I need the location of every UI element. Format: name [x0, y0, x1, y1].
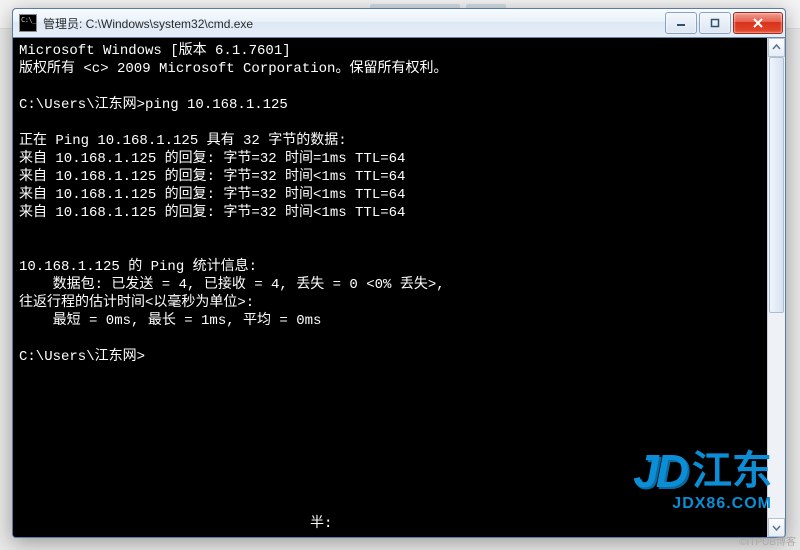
credit-text: ©ITPUB博客	[739, 538, 796, 548]
chevron-up-icon	[772, 43, 781, 52]
titlebar[interactable]: 管理员: C:\Windows\system32\cmd.exe	[13, 9, 785, 38]
terminal-line	[19, 240, 761, 258]
scroll-down-button[interactable]	[768, 518, 785, 537]
terminal-line: 来自 10.168.1.125 的回复: 字节=32 时间<1ms TTL=64	[19, 168, 761, 186]
terminal-line: C:\Users\江东网>ping 10.168.1.125	[19, 96, 761, 114]
chevron-down-icon	[772, 523, 781, 532]
minimize-icon	[676, 18, 686, 28]
client-area: Microsoft Windows [版本 6.1.7601]版权所有 <c> …	[13, 38, 785, 537]
window-controls	[663, 12, 783, 34]
close-button[interactable]	[733, 12, 783, 34]
terminal-output[interactable]: Microsoft Windows [版本 6.1.7601]版权所有 <c> …	[13, 38, 767, 537]
terminal-line: 来自 10.168.1.125 的回复: 字节=32 时间<1ms TTL=64	[19, 204, 761, 222]
terminal-line: 数据包: 已发送 = 4, 已接收 = 4, 丢失 = 0 <0% 丢失>,	[19, 276, 761, 294]
terminal-line	[19, 78, 761, 96]
terminal-line	[19, 330, 761, 348]
scroll-up-button[interactable]	[768, 38, 785, 57]
terminal-line: 正在 Ping 10.168.1.125 具有 32 字节的数据:	[19, 132, 761, 150]
cmd-icon	[19, 14, 37, 32]
scroll-thumb[interactable]	[769, 57, 784, 313]
terminal-line	[19, 114, 761, 132]
minimize-button[interactable]	[665, 12, 697, 34]
terminal-line: 来自 10.168.1.125 的回复: 字节=32 时间<1ms TTL=64	[19, 186, 761, 204]
terminal-line: C:\Users\江东网>	[19, 348, 761, 366]
terminal-line: Microsoft Windows [版本 6.1.7601]	[19, 42, 761, 60]
cmd-window: 管理员: C:\Windows\system32\cmd.exe Microso…	[12, 8, 786, 538]
window-title: 管理员: C:\Windows\system32\cmd.exe	[43, 15, 663, 32]
terminal-line: 往返行程的估计时间<以毫秒为单位>:	[19, 294, 761, 312]
terminal-line: 10.168.1.125 的 Ping 统计信息:	[19, 258, 761, 276]
maximize-icon	[710, 18, 720, 28]
terminal-line	[19, 222, 761, 240]
vertical-scrollbar[interactable]	[767, 38, 785, 537]
scroll-track[interactable]	[768, 57, 785, 518]
close-icon	[752, 18, 764, 28]
stray-text: 半:	[310, 512, 332, 532]
terminal-line: 版权所有 <c> 2009 Microsoft Corporation。保留所有…	[19, 60, 761, 78]
terminal-line: 来自 10.168.1.125 的回复: 字节=32 时间=1ms TTL=64	[19, 150, 761, 168]
terminal-line: 最短 = 0ms, 最长 = 1ms, 平均 = 0ms	[19, 312, 761, 330]
maximize-button[interactable]	[699, 12, 731, 34]
